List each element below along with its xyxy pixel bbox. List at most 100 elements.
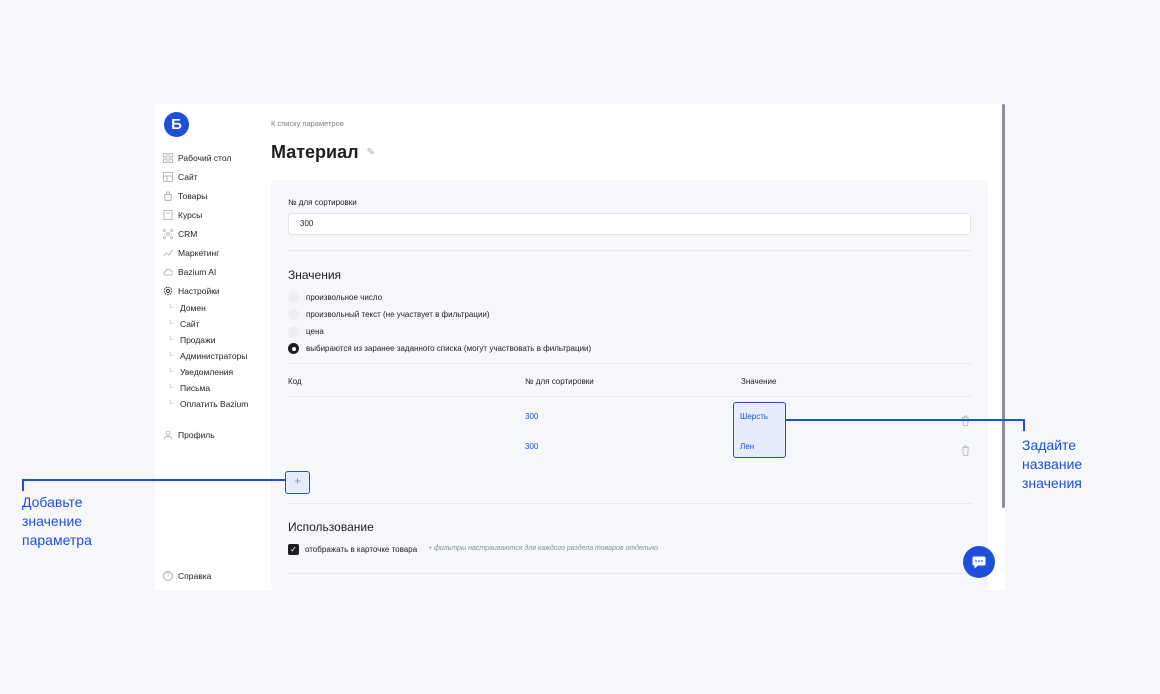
chat-button[interactable] [963, 546, 995, 578]
cloud-icon [163, 267, 173, 277]
sort-input[interactable]: 300 [288, 213, 971, 235]
sidebar-item-dashboard[interactable]: Рабочий стол [163, 153, 231, 163]
radio-option[interactable]: цена [288, 326, 324, 337]
callout-line [22, 479, 285, 481]
usage-hint: + фильтры настраиваются для каждого разд… [428, 545, 658, 552]
sidebar-subitem-label: Администраторы [179, 351, 248, 361]
callout-add-value: Добавьте значение параметра [22, 493, 92, 550]
callout-line-text: значение [22, 513, 83, 529]
sidebar-item-label: Сайт [178, 172, 198, 182]
callout-line [1023, 419, 1025, 431]
branch-icon: └ [168, 352, 173, 360]
book-icon [163, 210, 173, 220]
chat-icon [972, 556, 986, 569]
usage-title: Использование [288, 520, 374, 534]
help-label: Справка [178, 571, 212, 581]
sidebar-subitem-site[interactable]: └ Сайт [168, 319, 200, 329]
radio-label: цена [306, 327, 324, 336]
sidebar-subitem-sales[interactable]: └ Продажи [168, 335, 215, 345]
callout-line-text: значения [1022, 475, 1082, 491]
sidebar-subitem-letters[interactable]: └ Письма [168, 383, 210, 393]
sidebar-item-marketing[interactable]: Маркетинг [163, 248, 219, 258]
pencil-icon[interactable]: ✎ [367, 147, 375, 158]
radio-button[interactable] [288, 309, 299, 320]
sidebar-subitem-label: Сайт [179, 319, 200, 329]
callout-value-name: Задайте название значения [1022, 436, 1082, 493]
sidebar-item-settings[interactable]: Настройки [163, 286, 220, 296]
divider [288, 503, 971, 504]
sidebar-item-label: Профиль [178, 430, 215, 440]
sidebar-item-label: Рабочий стол [178, 153, 232, 163]
help-link[interactable]: ? Справка [163, 571, 211, 581]
branch-icon: └ [168, 384, 173, 392]
sidebar-subitem-label: Оплатить Bazium [179, 399, 249, 409]
sidebar-item-crm[interactable]: CRM [163, 229, 197, 239]
row-value[interactable]: Шерсть [740, 412, 768, 421]
sidebar-item-label: Товары [178, 191, 208, 201]
column-header-sort: № для сортировки [525, 377, 594, 386]
sort-label: № для сортировки [288, 198, 357, 207]
chart-icon [163, 248, 173, 258]
row-value[interactable]: Лен [740, 442, 754, 451]
page-title-text: Материал [271, 142, 359, 162]
brand-logo[interactable]: Б [164, 112, 189, 137]
sidebar-subitem-domain[interactable]: └ Домен [168, 303, 206, 313]
sidebar-item-courses[interactable]: Курсы [163, 210, 202, 220]
radio-option[interactable]: выбираются из заранее заданного списка (… [288, 343, 591, 354]
radio-button[interactable] [288, 326, 299, 337]
show-in-card-checkbox[interactable]: ✓ [288, 544, 299, 555]
breadcrumb[interactable]: К списку параметров [271, 119, 344, 128]
radio-button[interactable] [288, 292, 299, 303]
sidebar-item-label: CRM [178, 229, 198, 239]
sidebar-item-label: Маркетинг [178, 248, 220, 258]
column-header-value: Значение [741, 377, 777, 386]
branch-icon: └ [168, 336, 173, 344]
scrollbar[interactable] [1002, 104, 1005, 508]
network-icon [163, 229, 173, 239]
parameter-form: № для сортировки 300 Значения произвольн… [271, 180, 988, 590]
add-value-button[interactable]: + [285, 471, 310, 494]
callout-line-text: название [1022, 456, 1083, 472]
sidebar-item-label: Настройки [178, 286, 220, 296]
grid-icon [163, 153, 173, 163]
divider [288, 396, 971, 397]
radio-label: произвольный текст (не участвует в фильт… [306, 310, 490, 319]
sidebar-subitem-pay[interactable]: └ Оплатить Bazium [168, 399, 248, 409]
sidebar-item-site[interactable]: Сайт [163, 172, 198, 182]
sidebar-subitem-notifications[interactable]: └ Уведомления [168, 367, 233, 377]
app-window: Б Рабочий стол Сайт Товары Курсы CRM Мар… [155, 104, 1005, 590]
divider [288, 250, 971, 251]
callout-line-text: Задайте [1022, 437, 1077, 453]
gear-icon [163, 286, 173, 296]
sidebar-subitem-admins[interactable]: └ Администраторы [168, 351, 247, 361]
sidebar: Б Рабочий стол Сайт Товары Курсы CRM Мар… [155, 104, 272, 590]
sidebar-item-ai[interactable]: Bazium AI [163, 267, 216, 277]
radio-button-selected[interactable] [288, 343, 299, 354]
radio-option[interactable]: произвольное число [288, 292, 382, 303]
sidebar-item-label: Курсы [178, 210, 203, 220]
sidebar-subitem-label: Уведомления [179, 367, 234, 377]
callout-line [786, 419, 1024, 421]
checkbox-label: отображать в карточке товара [305, 545, 418, 554]
radio-label: произвольное число [306, 293, 383, 302]
callout-line-text: Добавьте [22, 494, 83, 510]
sidebar-item-profile[interactable]: Профиль [163, 430, 215, 440]
radio-option[interactable]: произвольный текст (не участвует в фильт… [288, 309, 490, 320]
branch-icon: └ [168, 320, 173, 328]
column-header-code: Код [288, 377, 302, 386]
help-icon: ? [163, 571, 173, 581]
row-sort-value[interactable]: 300 [525, 442, 538, 451]
branch-icon: └ [168, 400, 173, 408]
user-icon [163, 430, 173, 440]
layout-icon [163, 172, 173, 182]
values-title: Значения [288, 268, 342, 282]
bag-icon [163, 191, 173, 201]
trash-icon[interactable] [961, 443, 970, 456]
divider [288, 363, 971, 364]
branch-icon: └ [168, 368, 173, 376]
sidebar-subitem-label: Письма [179, 383, 211, 393]
divider [288, 573, 971, 574]
sidebar-subitem-label: Продажи [179, 335, 216, 345]
row-sort-value[interactable]: 300 [525, 412, 538, 421]
sidebar-item-products[interactable]: Товары [163, 191, 207, 201]
